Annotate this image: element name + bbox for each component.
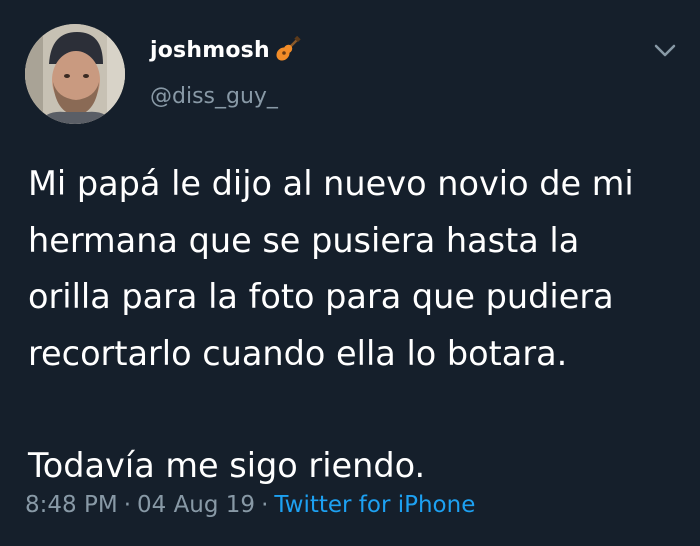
display-name[interactable]: joshmosh [150,35,301,64]
chevron-down-icon[interactable] [652,40,678,60]
tweet-line: hermana que se pusiera hasta la [28,220,580,260]
user-handle[interactable]: @diss_guy_ [150,84,278,109]
tweet-date: 04 Aug 19 [137,492,256,518]
tweet-meta: 8:48 PM · 04 Aug 19 · Twitter for iPhone [25,492,475,518]
tweet-line: Mi papá le dijo al nuevo novio de mi [28,164,634,203]
avatar-photo [25,24,125,124]
tweet-line: Todavía me sigo riendo. [28,446,426,485]
tweet-line: recortarlo cuando ella lo botara. [28,333,568,373]
tweet-line: orilla para la foto para que pudiera [28,277,614,316]
separator: · [123,492,131,518]
tweet-text: Mi papá le dijo al nuevo novio de mi her… [28,156,688,495]
avatar[interactable] [25,24,125,124]
tweet-source-link[interactable]: Twitter for iPhone [274,492,475,518]
guitar-icon [273,35,301,64]
separator: · [261,492,269,518]
tweet-time: 8:48 PM [25,492,118,518]
display-name-text: joshmosh [150,37,270,63]
